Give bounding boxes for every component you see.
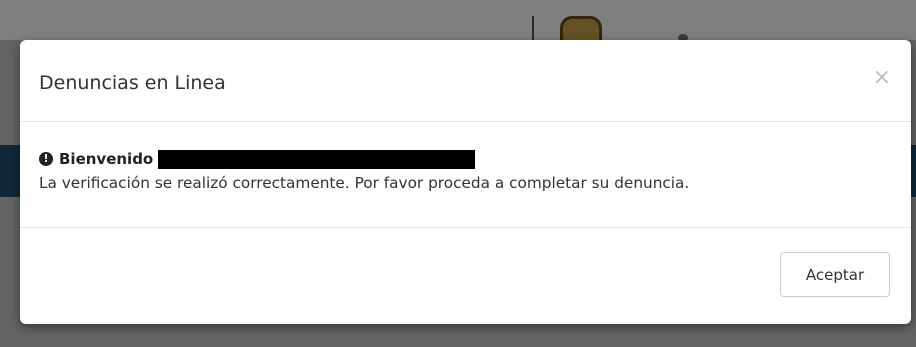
dialog-body: ! Bienvenido La verificación se realizó … — [20, 122, 911, 228]
welcome-line: ! Bienvenido — [39, 149, 476, 169]
close-button[interactable]: × — [873, 66, 891, 90]
exclamation-circle-icon: ! — [39, 152, 53, 166]
verification-message: La verificación se realizó correctamente… — [39, 174, 690, 192]
redacted-user-name — [158, 149, 476, 169]
dialog-header: Denuncias en Linea × — [20, 40, 911, 122]
welcome-label: Bienvenido — [59, 150, 154, 168]
accept-button[interactable]: Aceptar — [780, 252, 890, 297]
close-icon: × — [872, 65, 891, 90]
dialog-title: Denuncias en Linea — [39, 72, 226, 94]
dialog-footer: Aceptar — [20, 228, 911, 324]
welcome-dialog: Denuncias en Linea × ! Bienvenido La ver… — [20, 40, 911, 324]
